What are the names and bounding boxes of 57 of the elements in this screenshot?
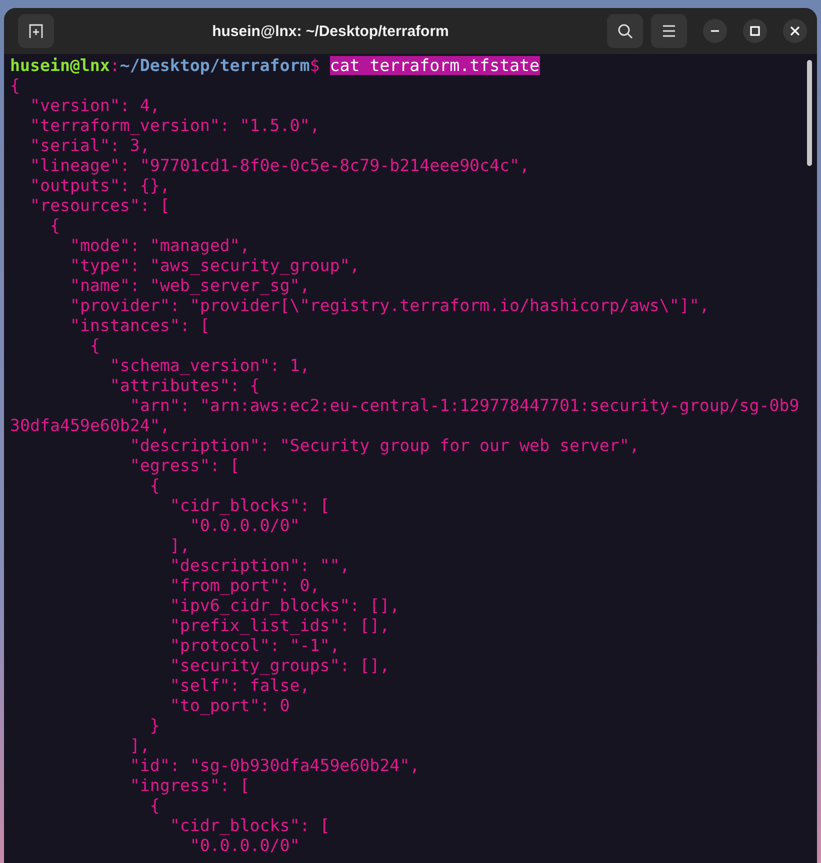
output-line: { xyxy=(148,796,161,816)
output-line: "cidr_blocks": [ xyxy=(168,496,331,516)
output-line: } xyxy=(148,716,161,736)
output-line: { xyxy=(48,216,61,236)
search-icon xyxy=(617,23,633,39)
output-line: "egress": [ xyxy=(128,456,241,476)
output-line: { xyxy=(88,336,101,356)
minimize-icon xyxy=(711,30,719,32)
output-line: "type": "aws_security_group", xyxy=(68,256,361,276)
output-line: "schema_version": 1, xyxy=(108,356,311,376)
output-line: "lineage": "97701cd1-8f0e-0c5e-8c79-b214eee90c4c", xyxy=(28,156,530,176)
close-button[interactable] xyxy=(783,19,807,43)
output-line: "attributes": { xyxy=(108,376,261,396)
output-line: "0.0.0.0/0" xyxy=(188,836,301,856)
prompt-separator: : xyxy=(110,56,120,75)
maximize-button[interactable] xyxy=(743,19,767,43)
output-line: "arn": "arn:aws:ec2:eu-central-1:129778447701:security-group/sg-0b930dfa459e60b24", xyxy=(10,396,800,436)
output-line: ], xyxy=(168,536,191,556)
output-line: "provider": "provider[\"registry.terraform.io/hashicorp/aws\"]", xyxy=(68,296,710,316)
output-line: "version": 4, xyxy=(28,96,161,116)
output-line: "name": "web_server_sg", xyxy=(68,276,311,296)
output-line: "cidr_blocks": [ xyxy=(168,816,331,836)
menu-icon xyxy=(662,25,676,37)
prompt-symbol: $ xyxy=(310,56,320,75)
search-button[interactable] xyxy=(607,14,643,48)
output-line: "outputs": {}, xyxy=(28,176,171,196)
minimize-button[interactable] xyxy=(703,19,727,43)
prompt-user-host: husein@lnx xyxy=(10,56,110,75)
output-line: "protocol": "-1", xyxy=(168,636,341,656)
new-tab-button[interactable] xyxy=(18,14,54,48)
prompt-path: ~/Desktop/terraform xyxy=(120,56,310,75)
output-line: "description": "Security group for our web server", xyxy=(128,436,640,456)
output-line: "resources": [ xyxy=(28,196,171,216)
scrollbar-thumb[interactable] xyxy=(807,60,812,166)
output-line: "id": "sg-0b930dfa459e60b24", xyxy=(128,756,421,776)
output-line: "security_groups": [], xyxy=(168,656,391,676)
new-tab-icon xyxy=(28,23,44,39)
output-line: "to_port": 0 xyxy=(168,696,291,716)
output-line: "mode": "managed", xyxy=(68,236,251,256)
output-line: "from_port": 0, xyxy=(168,576,321,596)
output-line: "ipv6_cidr_blocks": [], xyxy=(168,596,401,616)
window-title: husein@lnx: ~/Desktop/terraform xyxy=(211,22,450,40)
close-icon xyxy=(790,26,800,36)
output-line: "description": "", xyxy=(168,556,351,576)
output-line: "self": false, xyxy=(168,676,311,696)
maximize-icon xyxy=(750,26,760,36)
menu-button[interactable] xyxy=(651,14,687,48)
output-line: "serial": 3, xyxy=(28,136,151,156)
output-line: { xyxy=(148,476,161,496)
output-line: "ingress": [ xyxy=(128,776,251,796)
output-line: { xyxy=(10,76,21,96)
output-line: "instances": [ xyxy=(68,316,211,336)
output-line: "terraform_version": "1.5.0", xyxy=(28,116,321,136)
output-line: "0.0.0.0/0" xyxy=(188,516,301,536)
output-line: "prefix_list_ids": [], xyxy=(168,616,391,636)
command-text: cat terraform.tfstate xyxy=(330,56,540,75)
output-line: ], xyxy=(128,736,151,756)
